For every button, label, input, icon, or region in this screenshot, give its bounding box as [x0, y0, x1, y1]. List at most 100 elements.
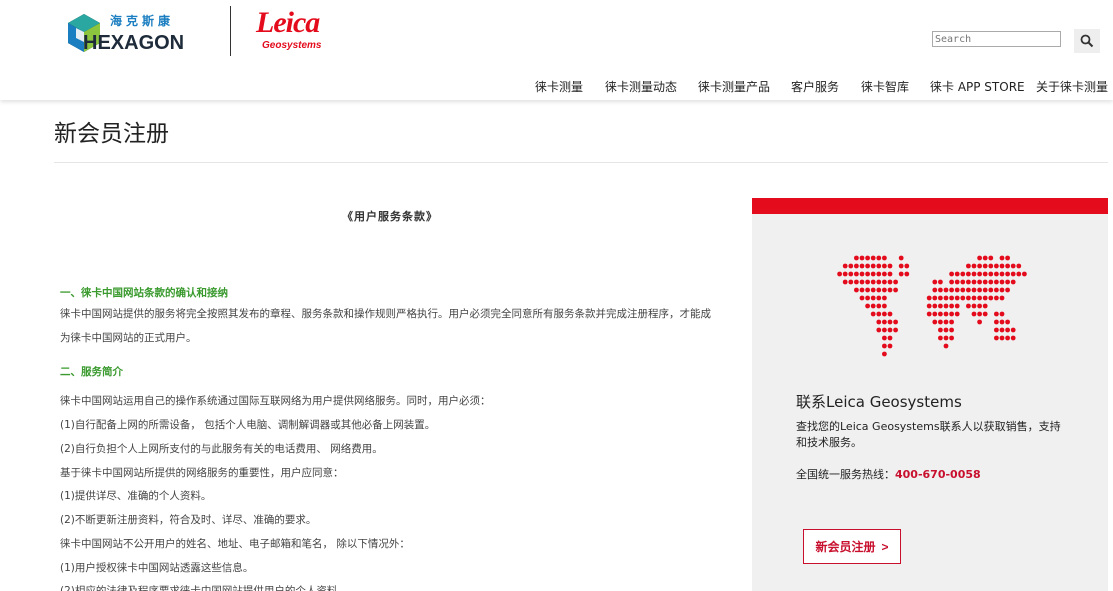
map-dot	[854, 287, 859, 293]
map-dot	[949, 279, 954, 285]
leica-logo[interactable]: Leica Geosystems	[256, 6, 326, 56]
map-dot	[977, 311, 982, 317]
map-dot	[859, 271, 865, 277]
map-dot	[977, 255, 982, 261]
map-dot	[954, 311, 960, 317]
map-dot	[949, 295, 954, 301]
terms-line: (1)自行配备上网的所需设备， 包括个人电脑、调制解调器或其他必备上网装置。	[60, 419, 436, 431]
map-dot	[988, 255, 994, 261]
map-dot	[966, 295, 971, 301]
map-dot	[1010, 263, 1016, 269]
map-dot	[837, 271, 842, 277]
map-dot	[943, 319, 949, 325]
nav-item-app-store[interactable]: 徕卡 APP STORE	[930, 78, 1025, 95]
map-dot	[932, 287, 938, 293]
map-dot	[977, 319, 982, 325]
map-dot	[854, 263, 859, 269]
chevron-right-icon: >	[881, 539, 889, 554]
map-dot	[893, 287, 898, 293]
map-dot	[994, 319, 999, 325]
map-dot	[887, 287, 893, 293]
nav-item-knowledge[interactable]: 徕卡智库	[861, 78, 909, 95]
map-dot	[887, 271, 893, 277]
map-dot	[859, 255, 865, 261]
hexagon-logo[interactable]: 海克斯康 HEXAGON	[66, 12, 216, 56]
register-button-label: 新会员注册	[815, 540, 876, 554]
map-dot	[893, 327, 898, 333]
map-dot	[1005, 335, 1010, 341]
nav-item-about[interactable]: 关于徕卡测量	[1036, 78, 1108, 95]
map-dot	[882, 327, 887, 333]
terms-section1-title: 一、徕卡中国网站条款的确认和接纳	[60, 287, 228, 299]
map-dot	[1005, 279, 1010, 285]
map-dot	[943, 327, 949, 333]
search-input[interactable]	[932, 31, 1061, 47]
nav-item-products[interactable]: 徕卡测量产品	[698, 78, 770, 95]
map-dot	[943, 295, 949, 301]
map-dot	[1005, 255, 1010, 261]
map-dot	[882, 271, 887, 277]
map-dot	[859, 287, 865, 293]
map-dot	[971, 311, 977, 317]
map-dot	[882, 279, 887, 285]
map-dot	[887, 343, 893, 349]
map-dot	[882, 335, 887, 341]
nav-item-customer-service[interactable]: 客户服务	[791, 78, 839, 95]
map-dot	[966, 303, 971, 309]
sidebar-description: 查找您的Leica Geosystems联系人以获取销售，支持和技术服务。	[796, 420, 1061, 449]
map-dot	[999, 327, 1005, 333]
map-dot	[949, 303, 954, 309]
map-dot	[859, 279, 865, 285]
map-dot	[932, 303, 938, 309]
terms-line: (2)自行负担个人上网所支付的与此服务有关的电话费用、 网络费用。	[60, 443, 383, 455]
world-map-icon	[837, 255, 1027, 357]
map-dot	[865, 295, 870, 301]
nav-item-news[interactable]: 徕卡测量动态	[605, 78, 677, 95]
search-button[interactable]	[1074, 29, 1100, 53]
map-dot	[988, 263, 994, 269]
map-dot	[876, 271, 882, 277]
map-dot	[954, 279, 960, 285]
map-dot	[994, 279, 999, 285]
map-dot	[870, 287, 876, 293]
map-dot	[1005, 287, 1010, 293]
main-nav: 徕卡测量 徕卡测量动态 徕卡测量产品 客户服务 徕卡智库 徕卡 APP STOR…	[0, 78, 1113, 94]
sidebar-accent-bar	[752, 198, 1108, 214]
map-dot	[977, 287, 982, 293]
map-dot	[938, 311, 943, 317]
map-dot	[999, 279, 1005, 285]
map-dot	[954, 295, 960, 301]
map-dot	[971, 287, 977, 293]
map-dot	[1005, 319, 1010, 325]
map-dot	[859, 263, 865, 269]
logo-divider	[230, 6, 231, 56]
register-button[interactable]: 新会员注册 >	[803, 529, 901, 564]
map-dot	[938, 287, 943, 293]
map-dot	[938, 319, 943, 325]
map-dot	[938, 327, 943, 333]
hotline-number[interactable]: 400-670-0058	[895, 468, 981, 481]
map-dot	[988, 287, 994, 293]
map-dot	[949, 327, 954, 333]
map-dot	[943, 311, 949, 317]
map-dot	[848, 279, 854, 285]
map-dot	[977, 303, 982, 309]
map-dot	[994, 295, 999, 301]
map-dot	[1005, 327, 1010, 333]
map-dot	[994, 327, 999, 333]
contact-sidebar: 联系Leica Geosystems 查找您的Leica Geosystems联…	[752, 198, 1108, 591]
map-dot	[882, 287, 887, 293]
map-dot	[966, 287, 971, 293]
map-dot	[999, 311, 1005, 317]
map-dot	[848, 271, 854, 277]
map-dot	[898, 255, 904, 261]
map-dot	[982, 287, 988, 293]
map-dot	[999, 335, 1005, 341]
map-dot	[865, 303, 870, 309]
map-dot	[977, 279, 982, 285]
map-dot	[854, 271, 859, 277]
map-dot	[1010, 271, 1016, 277]
nav-item-leica-survey[interactable]: 徕卡测量	[535, 78, 583, 95]
map-dot	[898, 263, 904, 269]
terms-line: 徕卡中国网站不公开用户的姓名、地址、电子邮箱和笔名， 除以下情况外：	[60, 538, 410, 550]
